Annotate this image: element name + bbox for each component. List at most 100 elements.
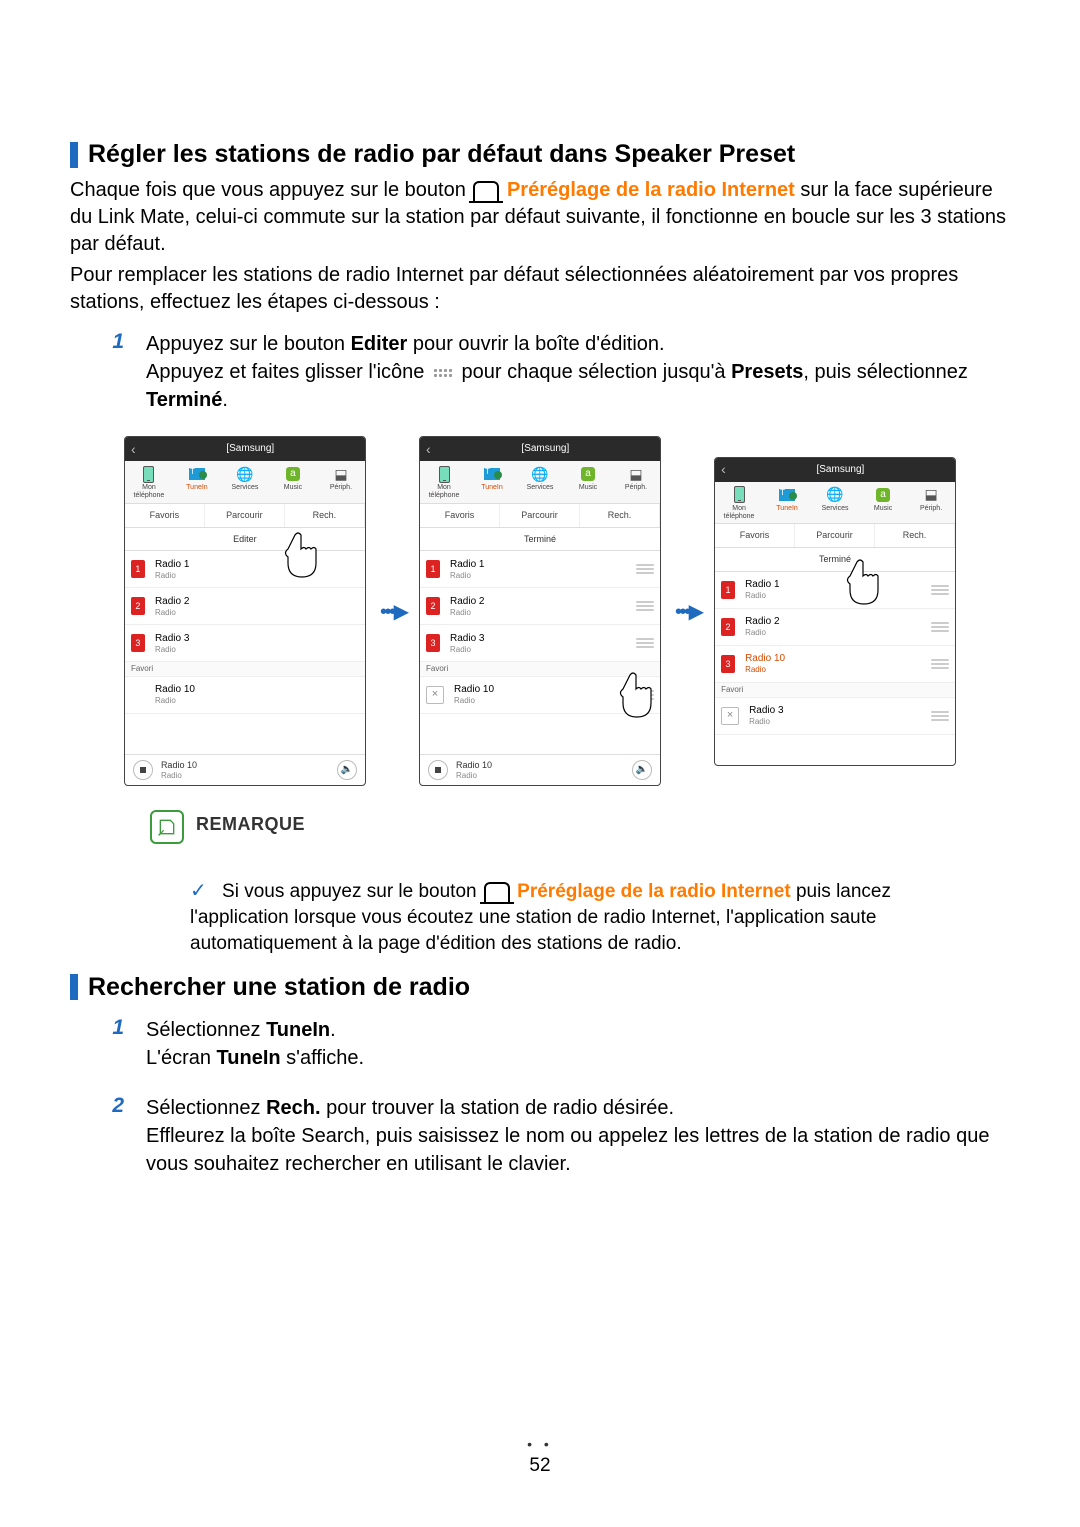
remove-icon[interactable]: ×: [721, 707, 739, 725]
preset-badge: 3: [721, 655, 735, 673]
nav-periph[interactable]: ⬓Périph.: [317, 461, 365, 503]
row-title: Radio 10: [745, 653, 931, 665]
radio-list: 1Radio 1Radio 2Radio 2Radio 3 Radio 10 Rad…: [715, 572, 955, 765]
list-item[interactable]: 3Radio 10Radio: [715, 646, 955, 683]
drag-handle-icon[interactable]: [636, 601, 654, 611]
text: Sélectionnez: [146, 1019, 266, 1041]
list-item[interactable]: 2Radio 2Radio: [125, 588, 365, 625]
drag-handle-icon[interactable]: [931, 622, 949, 632]
list-item[interactable]: 1Radio 1Radio: [125, 551, 365, 588]
section-marker: [70, 142, 78, 168]
remove-icon[interactable]: ×: [426, 686, 444, 704]
screenshots-row: ‹ [Samsung] Mon téléphone TuneIn 🌐Servic…: [70, 436, 1010, 786]
remark-block: REMARQUE: [150, 814, 1010, 848]
page-number: 52: [529, 1455, 550, 1476]
drag-handle-icon[interactable]: [931, 585, 949, 595]
tab-parcourir[interactable]: Parcourir: [500, 504, 580, 527]
radio-list: 1Radio 1Radio 2Radio 2Radio 3Radio 3Radi…: [420, 551, 660, 754]
row-sub: Radio: [450, 645, 636, 655]
action-label: Terminé: [524, 534, 556, 545]
tab-favoris[interactable]: Favoris: [125, 504, 205, 527]
list-item[interactable]: 1Radio 1Radio: [715, 572, 955, 609]
nav-periph[interactable]: ⬓Périph.: [907, 482, 955, 524]
tab-favoris[interactable]: Favoris: [715, 524, 795, 547]
action-termine[interactable]: Terminé: [420, 528, 660, 552]
player-sub: Radio: [456, 771, 624, 781]
nav-music[interactable]: aMusic: [564, 461, 612, 503]
preset-badge: 2: [721, 618, 735, 636]
action-label: Editer: [233, 534, 257, 545]
text: .: [330, 1019, 336, 1041]
back-icon[interactable]: ‹: [721, 461, 726, 478]
list-item[interactable]: 3Radio 3Radio: [125, 625, 365, 662]
list-item[interactable]: 2Radio 2Radio: [420, 588, 660, 625]
tab-favoris[interactable]: Favoris: [420, 504, 500, 527]
drag-handle-icon[interactable]: [931, 659, 949, 669]
arrow-icon: • • • ▶: [380, 599, 405, 624]
text-bold: TuneIn: [266, 1019, 330, 1041]
list-item[interactable]: ×Radio 3Radio: [715, 698, 955, 735]
preset-link: Préréglage de la radio Internet: [517, 881, 790, 902]
player-sub: Radio: [161, 771, 329, 781]
nav-music[interactable]: aMusic: [269, 461, 317, 503]
list-item[interactable]: 3Radio 3Radio: [420, 625, 660, 662]
back-icon[interactable]: ‹: [426, 441, 431, 458]
volume-button[interactable]: 🔈: [337, 760, 357, 780]
row-title: Radio 2: [450, 596, 636, 608]
text: Chaque fois que vous appuyez sur le bout…: [70, 179, 471, 201]
nav-tunein[interactable]: TuneIn: [468, 461, 516, 503]
periph-icon: ⬓: [614, 465, 658, 483]
nav-periph[interactable]: ⬓Périph.: [612, 461, 660, 503]
drag-handle-icon[interactable]: [931, 711, 949, 721]
nav-services[interactable]: 🌐Services: [221, 461, 269, 503]
row-sub: Radio: [155, 608, 359, 618]
nav-music[interactable]: aMusic: [859, 482, 907, 524]
row-sub: Radio: [155, 696, 359, 706]
action-editer[interactable]: Editer: [125, 528, 365, 552]
stop-button[interactable]: [133, 760, 153, 780]
list-item[interactable]: ×Radio 10Radio: [420, 677, 660, 714]
nav-phone[interactable]: Mon téléphone: [715, 482, 763, 524]
nav-phone[interactable]: Mon téléphone: [420, 461, 468, 503]
nav-phone[interactable]: Mon téléphone: [125, 461, 173, 503]
row-title: Radio 10: [155, 684, 359, 696]
nav-tunein[interactable]: TuneIn: [173, 461, 221, 503]
nav-tunein[interactable]: TuneIn: [763, 482, 811, 524]
mini-player: Radio 10Radio 🔈: [420, 754, 660, 785]
drag-handle-icon: [434, 369, 452, 377]
stop-button[interactable]: [428, 760, 448, 780]
phone-title: [Samsung]: [732, 464, 949, 476]
tab-parcourir[interactable]: Parcourir: [205, 504, 285, 527]
nav-label: Music: [284, 484, 302, 491]
tab-rech[interactable]: Rech.: [285, 504, 365, 527]
nav-services[interactable]: 🌐Services: [516, 461, 564, 503]
nav-label: Services: [232, 484, 259, 491]
list-item[interactable]: Radio 10Radio: [125, 677, 365, 714]
nav-label: Music: [579, 484, 597, 491]
volume-button[interactable]: 🔈: [632, 760, 652, 780]
row-sub: Radio: [454, 696, 636, 706]
step-body: Sélectionnez Rech. pour trouver la stati…: [146, 1094, 1010, 1178]
section-title-text: Rechercher une station de radio: [88, 973, 470, 1002]
back-icon[interactable]: ‹: [131, 441, 136, 458]
drag-handle-icon[interactable]: [636, 564, 654, 574]
nav-services[interactable]: 🌐Services: [811, 482, 859, 524]
preset-badge: 1: [426, 560, 440, 578]
action-termine[interactable]: Terminé: [715, 548, 955, 572]
page-footer: • • 52: [0, 1433, 1080, 1477]
tab-rech[interactable]: Rech.: [875, 524, 955, 547]
list-item[interactable]: 2Radio 2Radio: [715, 609, 955, 646]
globe-icon: 🌐: [813, 486, 857, 504]
drag-handle-icon[interactable]: [636, 638, 654, 648]
row-title: Radio 3: [749, 705, 931, 717]
preset-badge: 3: [426, 634, 440, 652]
tab-rech[interactable]: Rech.: [580, 504, 660, 527]
drag-handle-icon[interactable]: [636, 690, 654, 700]
preset-icon: [484, 882, 510, 902]
nav-label: Périph.: [920, 505, 942, 512]
mini-player: Radio 10Radio 🔈: [125, 754, 365, 785]
list-item[interactable]: 1Radio 1Radio: [420, 551, 660, 588]
tab-parcourir[interactable]: Parcourir: [795, 524, 875, 547]
nav-label: TuneIn: [776, 505, 798, 512]
text: Effleurez la boîte Search, puis saisisse…: [146, 1125, 989, 1175]
